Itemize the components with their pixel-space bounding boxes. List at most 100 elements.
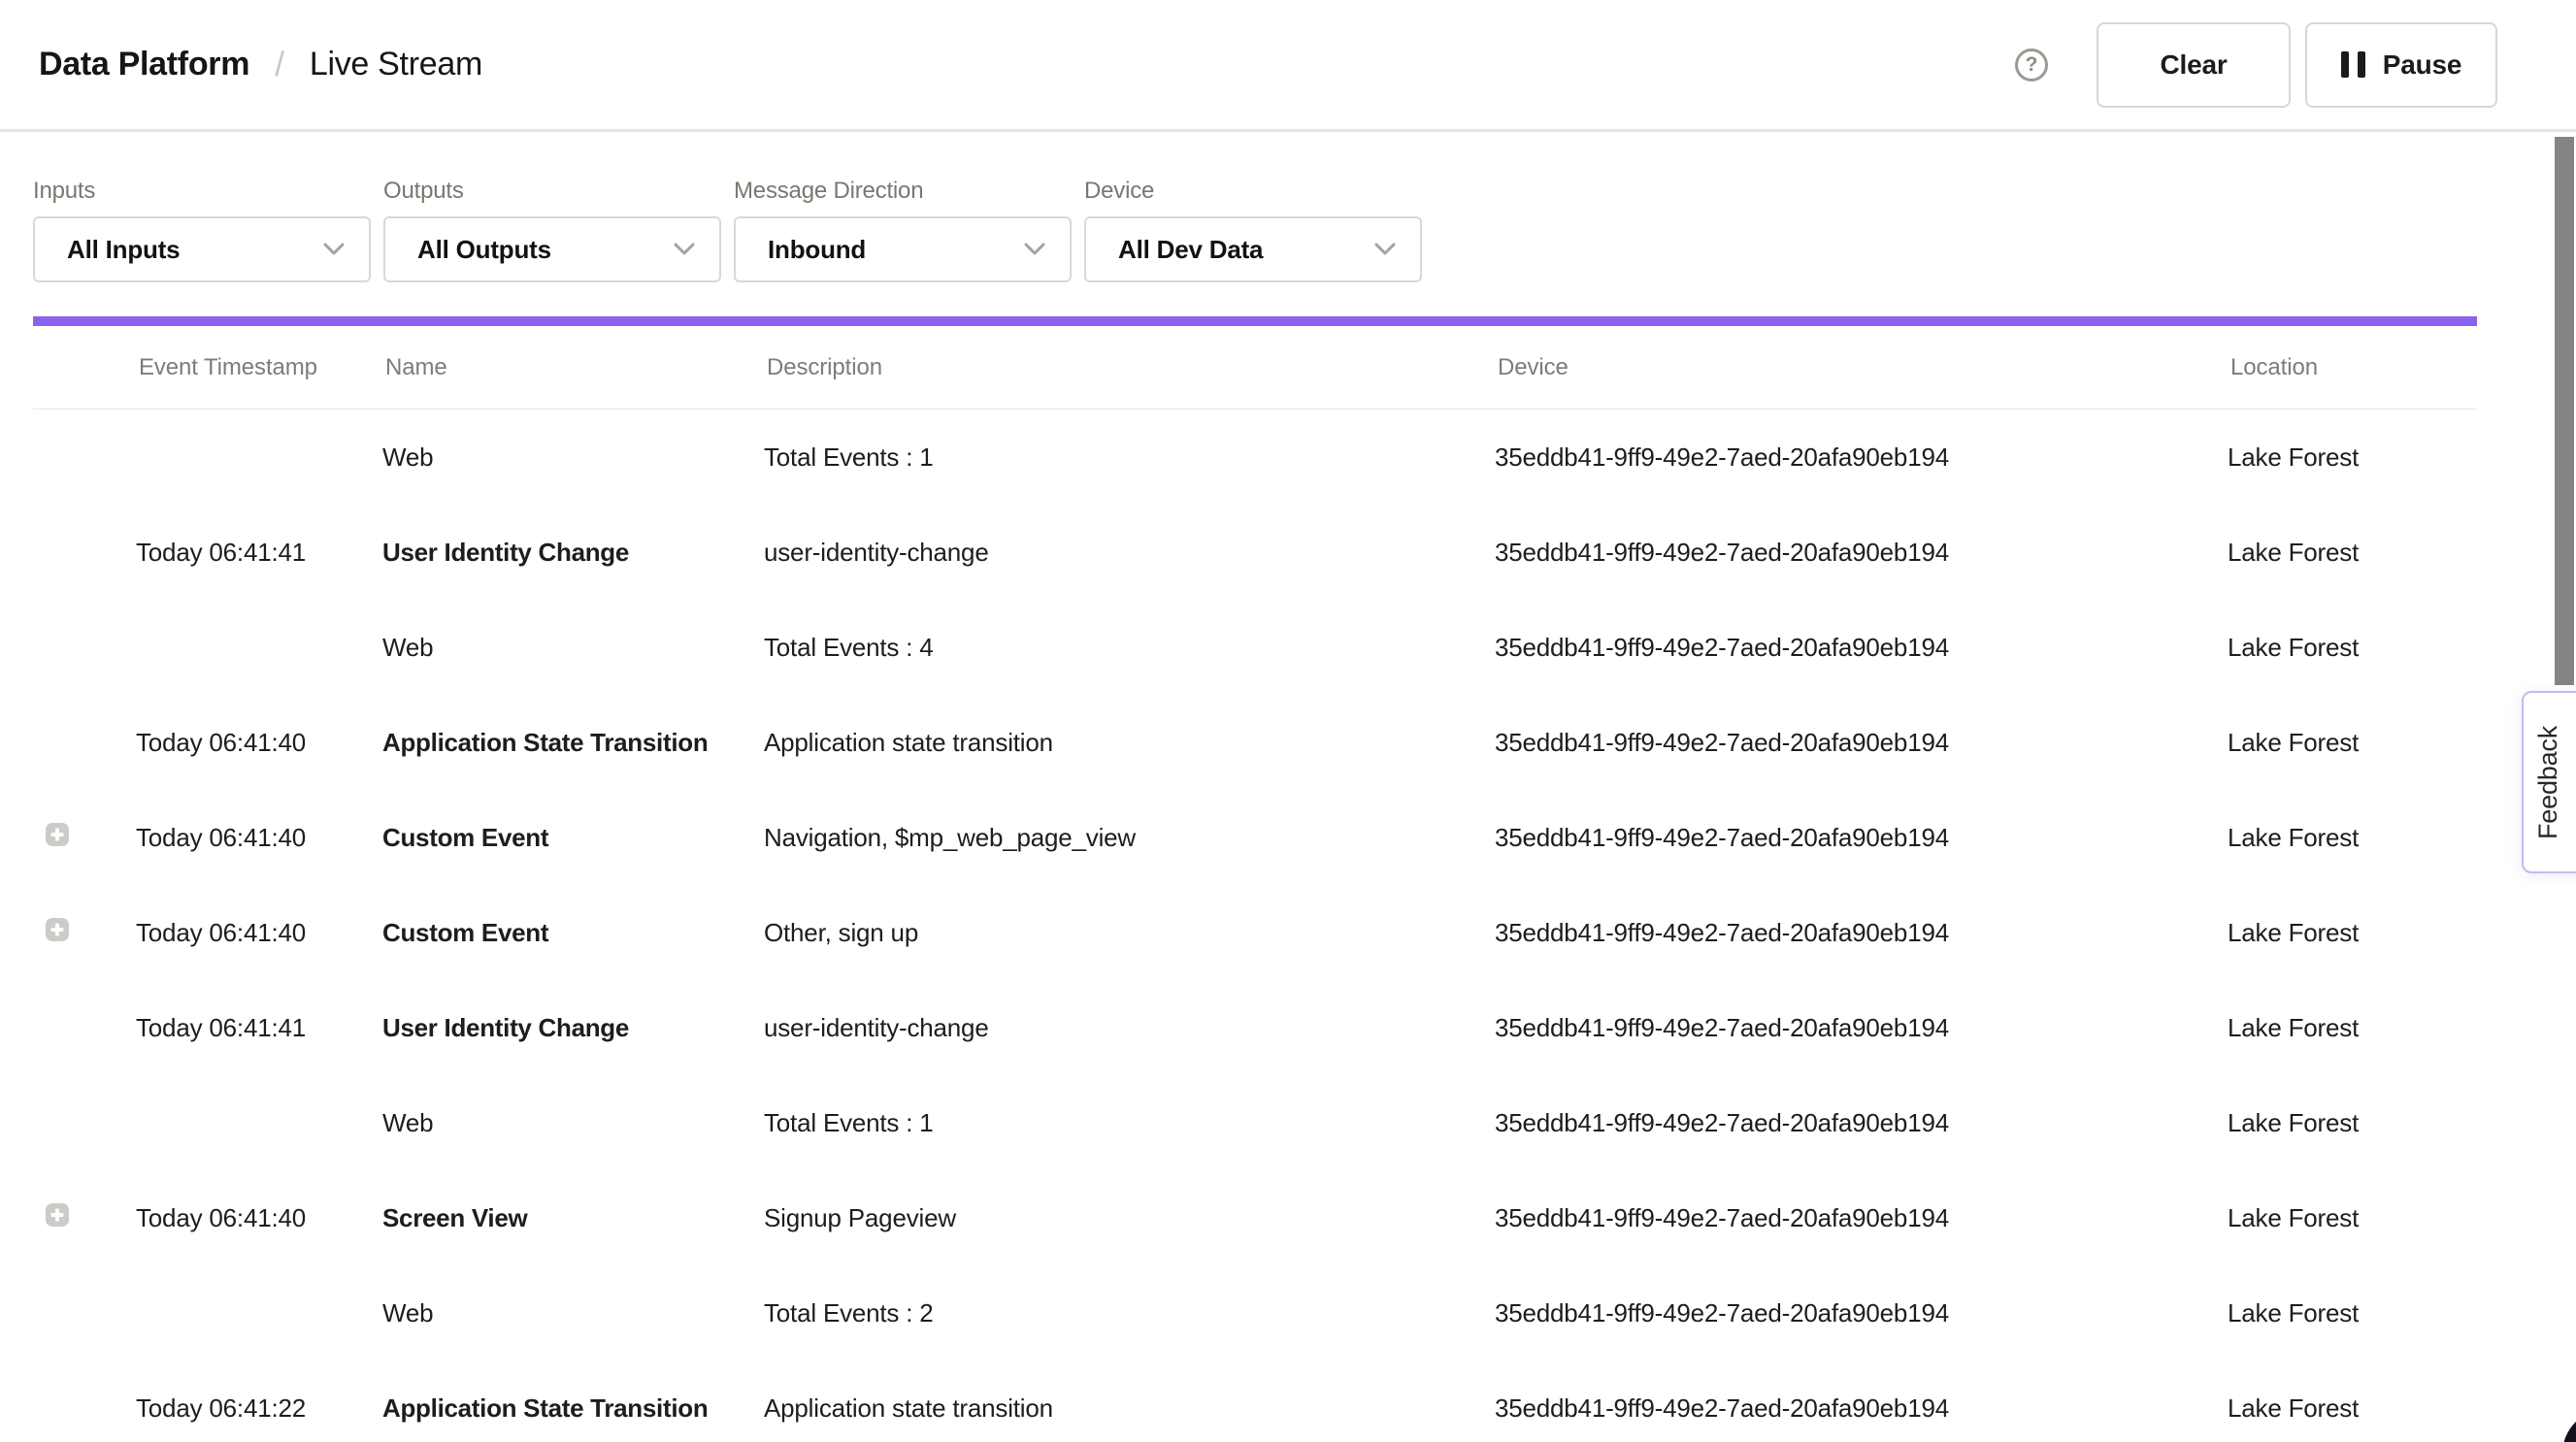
- event-device-cell: 35eddb41-9ff9-49e2-7aed-20afa90eb194: [1495, 1013, 2228, 1043]
- event-timestamp-cell: Today 06:41:40: [136, 1203, 382, 1233]
- device-select-value: All Dev Data: [1118, 235, 1263, 265]
- expander-cell: [33, 1298, 136, 1328]
- event-name-cell: Application State Transition: [382, 1393, 764, 1424]
- help-icon[interactable]: ?: [2015, 49, 2048, 82]
- events-table: Event Timestamp Name Description Device …: [33, 326, 2477, 1442]
- table-header-row: Event Timestamp Name Description Device …: [33, 326, 2477, 410]
- event-device-cell: 35eddb41-9ff9-49e2-7aed-20afa90eb194: [1495, 538, 2228, 568]
- event-name-cell: Custom Event: [382, 918, 764, 948]
- event-location-cell: Lake Forest: [2228, 1298, 2477, 1328]
- expander-cell: [33, 918, 136, 948]
- event-location-cell: Lake Forest: [2228, 633, 2477, 663]
- table-row: Today 06:41:40 Custom Event Other, sign …: [33, 885, 2477, 980]
- event-location-cell: Lake Forest: [2228, 1013, 2477, 1043]
- event-device-cell: 35eddb41-9ff9-49e2-7aed-20afa90eb194: [1495, 633, 2228, 663]
- expand-row-button[interactable]: [46, 823, 69, 846]
- topbar-actions: ? Clear Pause: [2015, 22, 2497, 108]
- pause-icon: [2341, 51, 2365, 78]
- expander-cell: [33, 728, 136, 758]
- expand-row-button[interactable]: [46, 918, 69, 941]
- event-description-cell: Other, sign up: [764, 918, 1495, 948]
- event-timestamp-cell: Today 06:41:40: [136, 918, 382, 948]
- event-device-cell: 35eddb41-9ff9-49e2-7aed-20afa90eb194: [1495, 1203, 2228, 1233]
- expander-cell: [33, 1108, 136, 1138]
- filters-bar: Inputs All Inputs Outputs All Outputs Me…: [0, 132, 2576, 282]
- message-direction-select[interactable]: Inbound: [734, 216, 1072, 282]
- event-name-cell: Web: [382, 1108, 764, 1138]
- event-device-cell: 35eddb41-9ff9-49e2-7aed-20afa90eb194: [1495, 918, 2228, 948]
- event-location-cell: Lake Forest: [2228, 1393, 2477, 1424]
- clear-button[interactable]: Clear: [2097, 22, 2291, 108]
- expand-row-button[interactable]: [46, 1203, 69, 1227]
- chevron-down-icon: [673, 242, 696, 257]
- event-timestamp-cell: Today 06:41:40: [136, 728, 382, 758]
- expander-cell: [33, 538, 136, 568]
- filter-label-message-direction: Message Direction: [734, 178, 1072, 205]
- column-header-device: Device: [1495, 354, 2228, 381]
- table-row: Today 06:41:41 User Identity Change user…: [33, 980, 2477, 1075]
- event-name-cell: Custom Event: [382, 823, 764, 853]
- breadcrumb-data-platform[interactable]: Data Platform: [39, 46, 249, 83]
- event-device-cell: 35eddb41-9ff9-49e2-7aed-20afa90eb194: [1495, 823, 2228, 853]
- table-row: Web Total Events : 4 35eddb41-9ff9-49e2-…: [33, 600, 2477, 695]
- filter-label-inputs: Inputs: [33, 178, 371, 205]
- chevron-down-icon: [1023, 242, 1046, 257]
- event-description-cell: Application state transition: [764, 728, 1495, 758]
- expander-cell: [33, 1013, 136, 1043]
- table-row: Today 06:41:40 Screen View Signup Pagevi…: [33, 1170, 2477, 1265]
- event-location-cell: Lake Forest: [2228, 538, 2477, 568]
- event-timestamp-cell: Today 06:41:40: [136, 823, 382, 853]
- event-device-cell: 35eddb41-9ff9-49e2-7aed-20afa90eb194: [1495, 442, 2228, 473]
- filter-group-message-direction: Message Direction Inbound: [734, 178, 1072, 282]
- inputs-select[interactable]: All Inputs: [33, 216, 371, 282]
- filter-label-device: Device: [1084, 178, 1422, 205]
- table-row: Web Total Events : 2 35eddb41-9ff9-49e2-…: [33, 1265, 2477, 1360]
- event-name-cell: User Identity Change: [382, 1013, 764, 1043]
- event-description-cell: Total Events : 4: [764, 633, 1495, 663]
- expander-cell: [33, 1203, 136, 1233]
- column-header-description: Description: [764, 354, 1495, 381]
- feedback-tab-label: Feedback: [2533, 726, 2563, 839]
- outputs-select-value: All Outputs: [417, 235, 551, 265]
- expander-cell: [33, 1393, 136, 1424]
- event-name-cell: Application State Transition: [382, 728, 764, 758]
- event-description-cell: Navigation, $mp_web_page_view: [764, 823, 1495, 853]
- table-row: Web Total Events : 1 35eddb41-9ff9-49e2-…: [33, 410, 2477, 505]
- chat-launcher-icon[interactable]: [2562, 1409, 2576, 1442]
- table-row: Web Total Events : 1 35eddb41-9ff9-49e2-…: [33, 1075, 2477, 1170]
- event-description-cell: user-identity-change: [764, 538, 1495, 568]
- event-name-cell: User Identity Change: [382, 538, 764, 568]
- event-location-cell: Lake Forest: [2228, 918, 2477, 948]
- table-row: Today 06:41:41 User Identity Change user…: [33, 505, 2477, 600]
- event-name-cell: Screen View: [382, 1203, 764, 1233]
- page-header: Data Platform / Live Stream ? Clear Paus…: [0, 0, 2576, 132]
- event-location-cell: Lake Forest: [2228, 1203, 2477, 1233]
- event-description-cell: Application state transition: [764, 1393, 1495, 1424]
- expander-cell: [33, 442, 136, 473]
- breadcrumb-separator-icon: /: [275, 44, 284, 84]
- table-row: Today 06:41:22 Application State Transit…: [33, 1360, 2477, 1442]
- event-location-cell: Lake Forest: [2228, 823, 2477, 853]
- event-location-cell: Lake Forest: [2228, 442, 2477, 473]
- scrollbar-thumb[interactable]: [2555, 137, 2574, 685]
- chevron-down-icon: [322, 242, 346, 257]
- column-header-location: Location: [2228, 354, 2477, 381]
- inputs-select-value: All Inputs: [67, 235, 180, 265]
- live-stream-page: Data Platform / Live Stream ? Clear Paus…: [0, 0, 2576, 1442]
- event-timestamp-cell: Today 06:41:22: [136, 1393, 382, 1424]
- accent-bar: [33, 316, 2477, 326]
- event-location-cell: Lake Forest: [2228, 728, 2477, 758]
- event-device-cell: 35eddb41-9ff9-49e2-7aed-20afa90eb194: [1495, 728, 2228, 758]
- filter-group-outputs: Outputs All Outputs: [383, 178, 721, 282]
- column-header-event-timestamp: Event Timestamp: [136, 354, 382, 381]
- pause-button[interactable]: Pause: [2305, 22, 2497, 108]
- message-direction-select-value: Inbound: [768, 235, 866, 265]
- device-select[interactable]: All Dev Data: [1084, 216, 1422, 282]
- event-description-cell: Signup Pageview: [764, 1203, 1495, 1233]
- event-timestamp-cell: Today 06:41:41: [136, 1013, 382, 1043]
- outputs-select[interactable]: All Outputs: [383, 216, 721, 282]
- feedback-tab[interactable]: Feedback: [2522, 691, 2576, 873]
- table-row: Today 06:41:40 Custom Event Navigation, …: [33, 790, 2477, 885]
- event-name-cell: Web: [382, 633, 764, 663]
- event-location-cell: Lake Forest: [2228, 1108, 2477, 1138]
